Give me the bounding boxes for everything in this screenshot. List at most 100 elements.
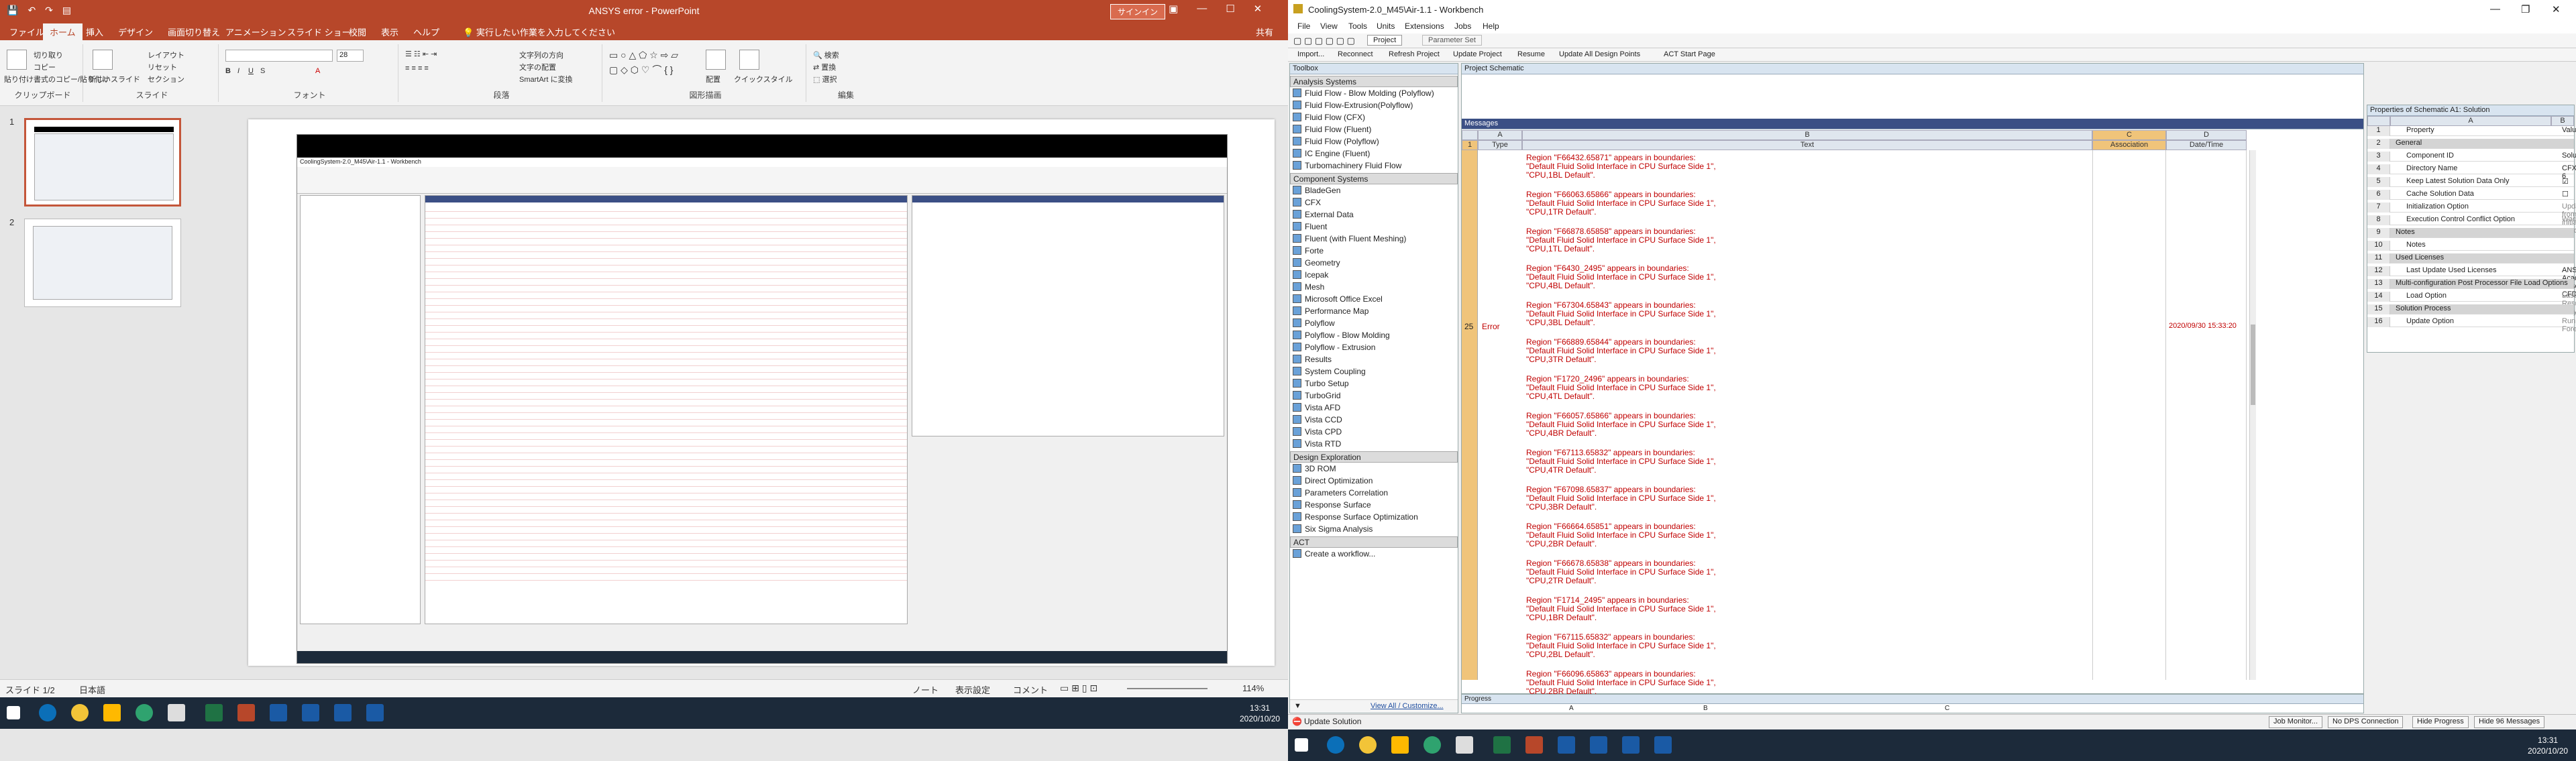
analysis-item-5[interactable]: IC Engine (Fluent) <box>1293 149 1370 161</box>
quick-style-icon[interactable] <box>739 50 759 70</box>
property-row[interactable]: 14Load OptionLast Results Only <box>2367 292 2576 316</box>
taskbar-clock-right[interactable]: 13:31 2020/10/20 <box>2528 735 2568 756</box>
shapes-gallery-row2[interactable]: ▢ ◇ ⬡ ♡ ⌒ { } <box>609 63 673 76</box>
property-row[interactable]: 16 Update Option Run in Foreground <box>2367 317 2576 333</box>
language-indicator[interactable]: 日本語 <box>79 683 105 696</box>
menu-units[interactable]: Units <box>1377 21 1395 31</box>
minimize-icon[interactable]: — <box>1197 3 1207 15</box>
component-item-20[interactable]: Vista CPD <box>1293 427 1342 439</box>
component-item-17[interactable]: TurboGrid <box>1293 391 1341 403</box>
component-item-11[interactable]: Polyflow <box>1293 318 1335 331</box>
design-item-4[interactable]: Response Surface Optimization <box>1293 512 1418 524</box>
zoom-slider[interactable] <box>1127 688 1208 689</box>
filter-icon[interactable]: ▼ <box>1294 702 1301 710</box>
analysis-item-2[interactable]: Fluid Flow (CFX) <box>1293 113 1365 125</box>
chrome-icon-2[interactable] <box>1359 736 1377 754</box>
align-text-button[interactable]: 文字の配置 <box>519 62 556 72</box>
design-item-0[interactable]: 3D ROM <box>1293 464 1336 476</box>
property-row[interactable]: 6 Cache Solution Data ☐ <box>2367 190 2574 200</box>
dps-connection-button[interactable]: No DPS Connection <box>2328 716 2404 728</box>
property-row[interactable]: 10 Notes <box>2367 241 2574 251</box>
msg-type[interactable]: Error <box>1482 322 1500 331</box>
analysis-item-4[interactable]: Fluid Flow (Polyflow) <box>1293 137 1379 149</box>
zoom-level[interactable]: 114% <box>1242 683 1264 693</box>
menu-tools[interactable]: Tools <box>1348 21 1367 31</box>
toolbar-file-icons[interactable]: ▢ ▢ ▢ ▢ ▢ ▢ <box>1293 36 1355 46</box>
component-item-3[interactable]: Fluent <box>1293 222 1327 234</box>
component-item-4[interactable]: Fluent (with Fluent Meshing) <box>1293 234 1406 246</box>
sm-icon-2[interactable] <box>1622 736 1640 754</box>
comments-button[interactable]: コメント <box>1013 683 1048 696</box>
taskbar-clock-left[interactable]: 13:31 2020/10/20 <box>1240 703 1280 724</box>
slide-thumbnail-2[interactable] <box>24 219 181 307</box>
paste-button[interactable]: 貼り付け <box>4 74 34 84</box>
property-value[interactable]: Value <box>2562 126 2576 134</box>
bold-icon[interactable]: B <box>225 67 231 75</box>
analysis-item-3[interactable]: Fluid Flow (Fluent) <box>1293 125 1371 137</box>
property-row[interactable]: 12Last Update Used LicensesANSYS Academi… <box>2367 266 2576 298</box>
tab-view[interactable]: 表示 <box>381 25 398 38</box>
align-icons[interactable]: ≡ ≡ ≡ ≡ <box>405 64 429 72</box>
workbench-icon[interactable] <box>366 704 384 721</box>
section-component-systems[interactable]: Component Systems <box>1290 173 1458 184</box>
edge-icon-2[interactable] <box>1327 736 1344 754</box>
notes-button[interactable]: ノート <box>912 683 938 696</box>
current-slide[interactable]: CoolingSystem-2.0_M45\Air-1.1 - Workbenc… <box>248 119 1275 666</box>
analysis-item-0[interactable]: Fluid Flow - Blow Molding (Polyflow) <box>1293 89 1434 101</box>
component-item-19[interactable]: Vista CCD <box>1293 415 1342 427</box>
text-direction-button[interactable]: 文字列の方向 <box>519 50 564 60</box>
component-item-2[interactable]: External Data <box>1293 210 1354 222</box>
windows-start-icon-2[interactable] <box>1295 738 1308 752</box>
wb-close-icon[interactable]: ✕ <box>2552 3 2561 15</box>
property-value[interactable]: ☐ <box>2562 190 2569 198</box>
property-row[interactable]: 11 Used Licenses <box>2367 253 2574 264</box>
property-row[interactable]: 5 Keep Latest Solution Data Only ☑ <box>2367 177 2574 187</box>
design-item-2[interactable]: Parameters Correlation <box>1293 488 1388 500</box>
property-row[interactable]: 9 Notes <box>2367 228 2574 238</box>
tab-slideshow[interactable]: スライド ショー <box>287 25 351 38</box>
update-project-button[interactable]: Update Project <box>1453 50 1502 58</box>
design-item-3[interactable]: Response Surface <box>1293 500 1371 512</box>
workbench-icon-2[interactable] <box>1654 736 1672 754</box>
explorer-icon[interactable] <box>103 704 121 721</box>
section-act[interactable]: ACT <box>1290 536 1458 548</box>
update-all-dp-button[interactable]: Update All Design Points <box>1559 50 1640 58</box>
component-item-14[interactable]: Results <box>1293 355 1332 367</box>
section-design-exploration[interactable]: Design Exploration <box>1290 451 1458 463</box>
layout-button[interactable]: レイアウト <box>148 50 184 60</box>
tell-me-search[interactable]: 💡 実行したい作業を入力してください <box>463 25 615 38</box>
tab-insert[interactable]: 挿入 <box>86 25 103 38</box>
new-slide-icon[interactable] <box>93 50 113 70</box>
chrome-icon[interactable] <box>71 704 89 721</box>
tab-file[interactable]: ファイル <box>9 25 44 38</box>
app-icon-2[interactable] <box>168 704 185 721</box>
property-row[interactable]: 1 Property Value <box>2367 126 2576 136</box>
tab-design[interactable]: デザイン <box>118 25 153 38</box>
maximize-icon[interactable]: ☐ <box>1226 3 1234 15</box>
hide-messages-button[interactable]: Hide 96 Messages <box>2474 716 2545 728</box>
property-value[interactable]: Warn <box>2562 215 2576 223</box>
component-item-5[interactable]: Forte <box>1293 246 1324 258</box>
analysis-item-1[interactable]: Fluid Flow-Extrusion(Polyflow) <box>1293 101 1413 113</box>
view-all-customize-link[interactable]: View All / Customize... <box>1371 702 1444 710</box>
act-item-0[interactable]: Create a workflow... <box>1293 549 1375 561</box>
explorer-icon-2[interactable] <box>1391 736 1409 754</box>
replace-button[interactable]: ⇄ 置換 <box>813 62 836 72</box>
underline-icon[interactable]: U <box>248 67 254 75</box>
component-item-16[interactable]: Turbo Setup <box>1293 379 1349 391</box>
act-start-page-button[interactable]: ACT Start Page <box>1664 50 1715 58</box>
find-button[interactable]: 🔍 検索 <box>813 50 839 60</box>
italic-icon[interactable]: I <box>237 67 239 75</box>
property-row[interactable]: 3 Component ID Solution <box>2367 152 2576 162</box>
property-row[interactable]: 7Initialization OptionUpdate from initia… <box>2367 202 2576 235</box>
hide-progress-button[interactable]: Hide Progress <box>2412 716 2469 728</box>
resume-button[interactable]: Resume <box>1517 50 1545 58</box>
arrange-button[interactable]: 配置 <box>706 74 720 84</box>
property-row[interactable]: 8 Execution Control Conflict Option Warn <box>2367 215 2576 225</box>
property-row[interactable]: 13 Multi-configuration Post Processor Fil… <box>2367 279 2574 289</box>
menu-jobs[interactable]: Jobs <box>1454 21 1471 31</box>
tab-parameter-set[interactable]: Parameter Set <box>1422 35 1482 46</box>
powerpoint-icon-2[interactable] <box>1525 736 1543 754</box>
property-value[interactable]: ☑ <box>2562 177 2569 186</box>
shapes-gallery[interactable]: ▭ ○ △ ⬠ ☆ ⇨ ▱ <box>609 50 678 61</box>
